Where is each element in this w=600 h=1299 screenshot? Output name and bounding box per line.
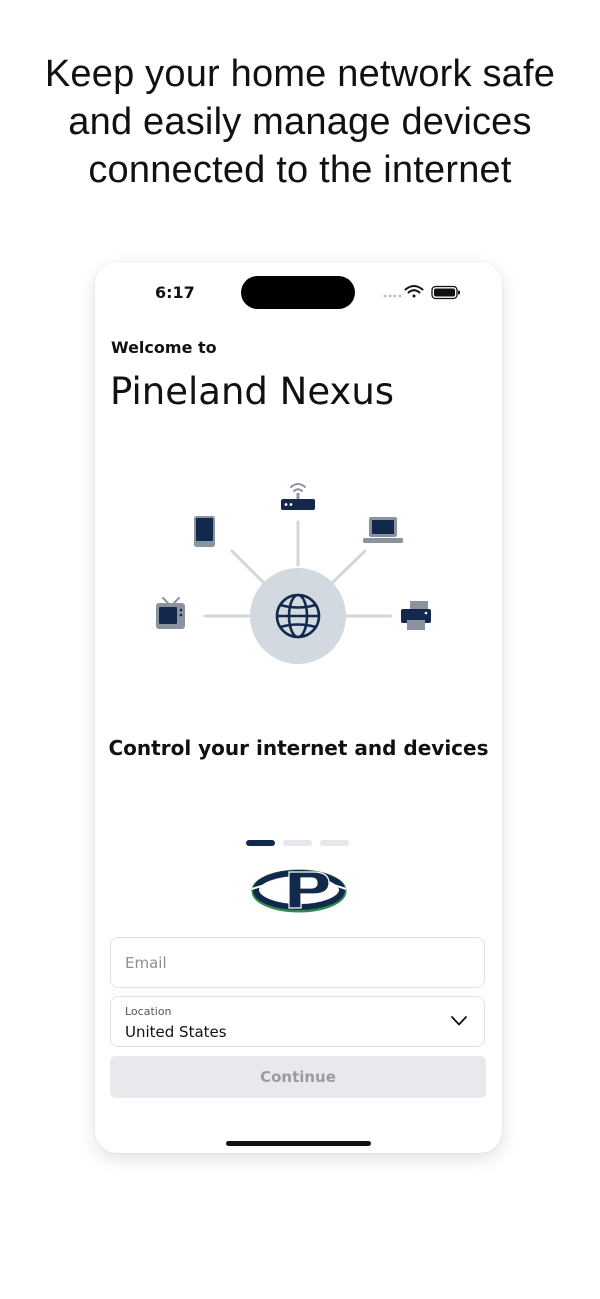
chevron-down-icon[interactable] <box>450 1015 468 1027</box>
logo-letter: P <box>249 866 250 867</box>
app-title: Pineland Nexus <box>110 370 395 413</box>
dynamic-island <box>241 276 355 309</box>
location-value: United States <box>125 1023 227 1041</box>
page-dot-1[interactable] <box>246 840 275 846</box>
headline-line-2: and easily manage devices <box>68 101 532 143</box>
globe-icon <box>250 568 346 664</box>
phone-frame: 6:17 Welcome to Pineland Nexus Control y… <box>95 262 502 1153</box>
status-time: 6:17 <box>155 283 195 302</box>
pineland-logo: P <box>249 866 347 913</box>
laptop-icon <box>363 517 403 543</box>
email-field[interactable] <box>110 937 485 988</box>
tablet-icon <box>194 516 215 547</box>
router-icon <box>281 483 315 510</box>
headline-line-1: Keep your home network safe <box>44 53 556 95</box>
location-select[interactable]: Location United States <box>110 996 485 1047</box>
page-indicator <box>246 840 350 848</box>
status-icons <box>383 285 460 300</box>
page-dot-2[interactable] <box>283 840 312 846</box>
continue-button[interactable]: Continue <box>110 1056 486 1098</box>
carousel-title: Control your internet and devices <box>108 736 489 760</box>
network-illustration <box>156 483 431 664</box>
page-dot-3[interactable] <box>320 840 349 846</box>
home-indicator[interactable] <box>226 1141 371 1146</box>
tv-icon <box>156 597 185 629</box>
signal-dots-icon <box>383 294 402 298</box>
marketing-headline: Keep your home network safe and easily m… <box>0 50 600 194</box>
battery-icon <box>431 285 460 300</box>
email-input[interactable] <box>111 938 479 987</box>
welcome-label: Welcome to <box>111 338 217 357</box>
headline-line-3: connected to the internet <box>88 149 512 191</box>
printer-icon <box>401 601 431 630</box>
location-label: Location <box>125 1005 172 1018</box>
wifi-icon <box>404 285 424 298</box>
